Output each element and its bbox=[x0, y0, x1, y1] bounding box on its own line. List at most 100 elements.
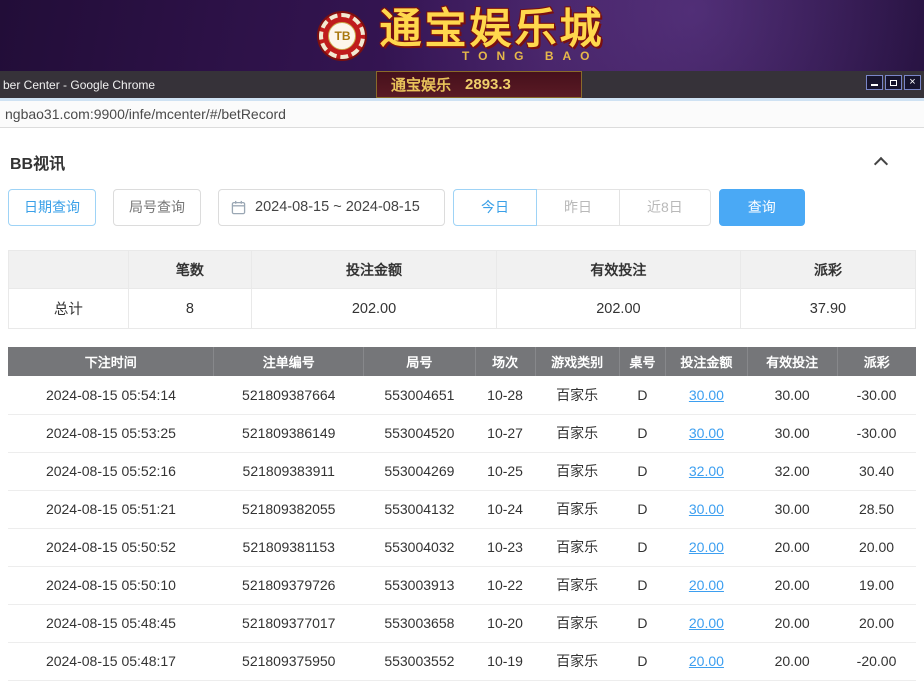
bet-header-cell: 注单编号 bbox=[214, 347, 364, 376]
bet-cell: 10-19 bbox=[475, 642, 535, 680]
bet-cell: 20.00 bbox=[666, 528, 748, 566]
bet-cell: 553003913 bbox=[364, 566, 476, 604]
section-title: BB视讯 bbox=[10, 150, 65, 174]
logo-subtitle: TONG BAO bbox=[379, 49, 604, 63]
bet-row: 2024-08-15 05:51:21521809382055553004132… bbox=[8, 490, 916, 528]
maximize-button[interactable] bbox=[885, 75, 902, 90]
bet-cell: 521809377017 bbox=[214, 604, 364, 642]
summary-header-cell: 笔数 bbox=[128, 251, 251, 289]
bet-amount-link[interactable]: 30.00 bbox=[689, 425, 724, 441]
round-query-tab[interactable]: 局号查询 bbox=[113, 189, 201, 226]
bet-header-cell: 场次 bbox=[475, 347, 535, 376]
bet-cell: 521809375950 bbox=[214, 642, 364, 680]
summary-header-cell: 投注金额 bbox=[252, 251, 497, 289]
bet-header-cell: 游戏类别 bbox=[535, 347, 619, 376]
window-title: ber Center - Google Chrome bbox=[0, 78, 155, 92]
bet-cell: 19.00 bbox=[837, 566, 916, 604]
window-controls: × bbox=[866, 75, 921, 90]
collapse-up-icon[interactable] bbox=[874, 157, 888, 171]
bet-row: 2024-08-15 05:52:16521809383911553004269… bbox=[8, 452, 916, 490]
bet-amount-link[interactable]: 20.00 bbox=[689, 615, 724, 631]
bet-amount-link[interactable]: 30.00 bbox=[689, 501, 724, 517]
balance-display: 通宝娱乐 2893.3 bbox=[376, 71, 582, 98]
casino-chip-icon: TB bbox=[319, 13, 365, 59]
window-titlebar: ber Center - Google Chrome 通宝娱乐 2893.3 × bbox=[0, 71, 924, 98]
bet-header-cell: 局号 bbox=[364, 347, 476, 376]
summary-value: 202.00 bbox=[252, 289, 497, 329]
bet-cell: 20.00 bbox=[666, 604, 748, 642]
bet-cell: 30.00 bbox=[747, 490, 837, 528]
date-range-input[interactable]: 2024-08-15 ~ 2024-08-15 bbox=[218, 189, 445, 226]
bet-cell: D bbox=[619, 452, 665, 490]
bet-cell: 2024-08-15 05:48:45 bbox=[8, 604, 214, 642]
bet-cell: 30.00 bbox=[747, 376, 837, 414]
bet-cell: 521809387664 bbox=[214, 376, 364, 414]
bet-amount-link[interactable]: 32.00 bbox=[689, 463, 724, 479]
bet-amount-link[interactable]: 20.00 bbox=[689, 577, 724, 593]
bet-header-cell: 下注时间 bbox=[8, 347, 214, 376]
bet-cell: 553004651 bbox=[364, 376, 476, 414]
bet-cell: 20.00 bbox=[747, 604, 837, 642]
screen: TB 通宝娱乐城 TONG BAO ber Center - Google Ch… bbox=[0, 0, 924, 699]
bet-cell: 20.00 bbox=[837, 528, 916, 566]
bet-row: 2024-08-15 05:50:52521809381153553004032… bbox=[8, 528, 916, 566]
bet-cell: -20.00 bbox=[837, 642, 916, 680]
summary-header-cell bbox=[9, 251, 129, 289]
bet-cell: 521809381153 bbox=[214, 528, 364, 566]
bet-cell: 28.50 bbox=[837, 490, 916, 528]
bet-cell: D bbox=[619, 414, 665, 452]
section-header: BB视讯 bbox=[8, 128, 916, 176]
quick-8days-button[interactable]: 近8日 bbox=[619, 189, 711, 226]
bet-cell: -30.00 bbox=[837, 376, 916, 414]
bet-cell: 2024-08-15 05:50:52 bbox=[8, 528, 214, 566]
bet-cell: 553004132 bbox=[364, 490, 476, 528]
bet-cell: 2024-08-15 05:53:25 bbox=[8, 414, 214, 452]
bet-table-body: 2024-08-15 05:54:14521809387664553004651… bbox=[8, 376, 916, 680]
bet-cell: 20.00 bbox=[747, 528, 837, 566]
bet-cell: 百家乐 bbox=[535, 452, 619, 490]
bet-cell: 10-20 bbox=[475, 604, 535, 642]
bet-row: 2024-08-15 05:48:45521809377017553003658… bbox=[8, 604, 916, 642]
search-button[interactable]: 查询 bbox=[719, 189, 805, 226]
summary-header-row: 笔数投注金额有效投注派彩 bbox=[9, 251, 916, 289]
summary-row-label: 总计 bbox=[9, 289, 129, 329]
bet-row: 2024-08-15 05:54:14521809387664553004651… bbox=[8, 376, 916, 414]
quick-yesterday-button[interactable]: 昨日 bbox=[536, 189, 620, 226]
bet-cell: 2024-08-15 05:50:10 bbox=[8, 566, 214, 604]
bet-cell: 521809379726 bbox=[214, 566, 364, 604]
quick-today-button[interactable]: 今日 bbox=[453, 189, 537, 226]
bet-record-page: BB视讯 日期查询 局号查询 2024-08-15 ~ 2024-08-15 今… bbox=[0, 128, 924, 681]
bet-cell: 30.00 bbox=[666, 414, 748, 452]
summary-header-cell: 有效投注 bbox=[496, 251, 740, 289]
bet-amount-link[interactable]: 20.00 bbox=[689, 539, 724, 555]
quick-range-group: 今日 昨日 近8日 bbox=[453, 189, 711, 226]
bet-amount-link[interactable]: 30.00 bbox=[689, 387, 724, 403]
bet-cell: 10-24 bbox=[475, 490, 535, 528]
date-query-tab[interactable]: 日期查询 bbox=[8, 189, 96, 226]
summary-total-row: 总计8202.00202.0037.90 bbox=[9, 289, 916, 329]
bet-cell: 521809383911 bbox=[214, 452, 364, 490]
maximize-icon bbox=[890, 80, 897, 86]
bet-amount-link[interactable]: 20.00 bbox=[689, 653, 724, 669]
bet-cell: 10-23 bbox=[475, 528, 535, 566]
bet-cell: 20.00 bbox=[747, 566, 837, 604]
address-bar[interactable]: ngbao31.com:9900/infe/mcenter/#/betRecor… bbox=[0, 98, 924, 128]
close-button[interactable]: × bbox=[904, 75, 921, 90]
bet-cell: 553004520 bbox=[364, 414, 476, 452]
bet-cell: D bbox=[619, 604, 665, 642]
balance-label: 通宝娱乐 bbox=[391, 74, 451, 95]
summary-table: 笔数投注金额有效投注派彩 总计8202.00202.0037.90 bbox=[8, 250, 916, 329]
logo-title: 通宝娱乐城 bbox=[379, 8, 604, 52]
bet-row: 2024-08-15 05:50:10521809379726553003913… bbox=[8, 566, 916, 604]
minimize-button[interactable] bbox=[866, 75, 883, 90]
bet-cell: D bbox=[619, 566, 665, 604]
chip-label: TB bbox=[328, 22, 356, 50]
bet-row: 2024-08-15 05:53:25521809386149553004520… bbox=[8, 414, 916, 452]
filter-bar: 日期查询 局号查询 2024-08-15 ~ 2024-08-15 今日 昨日 … bbox=[8, 188, 916, 226]
bet-cell: 百家乐 bbox=[535, 604, 619, 642]
calendar-icon bbox=[231, 200, 246, 215]
bet-cell: 2024-08-15 05:52:16 bbox=[8, 452, 214, 490]
bet-header-cell: 有效投注 bbox=[747, 347, 837, 376]
summary-value: 202.00 bbox=[496, 289, 740, 329]
bet-cell: D bbox=[619, 528, 665, 566]
